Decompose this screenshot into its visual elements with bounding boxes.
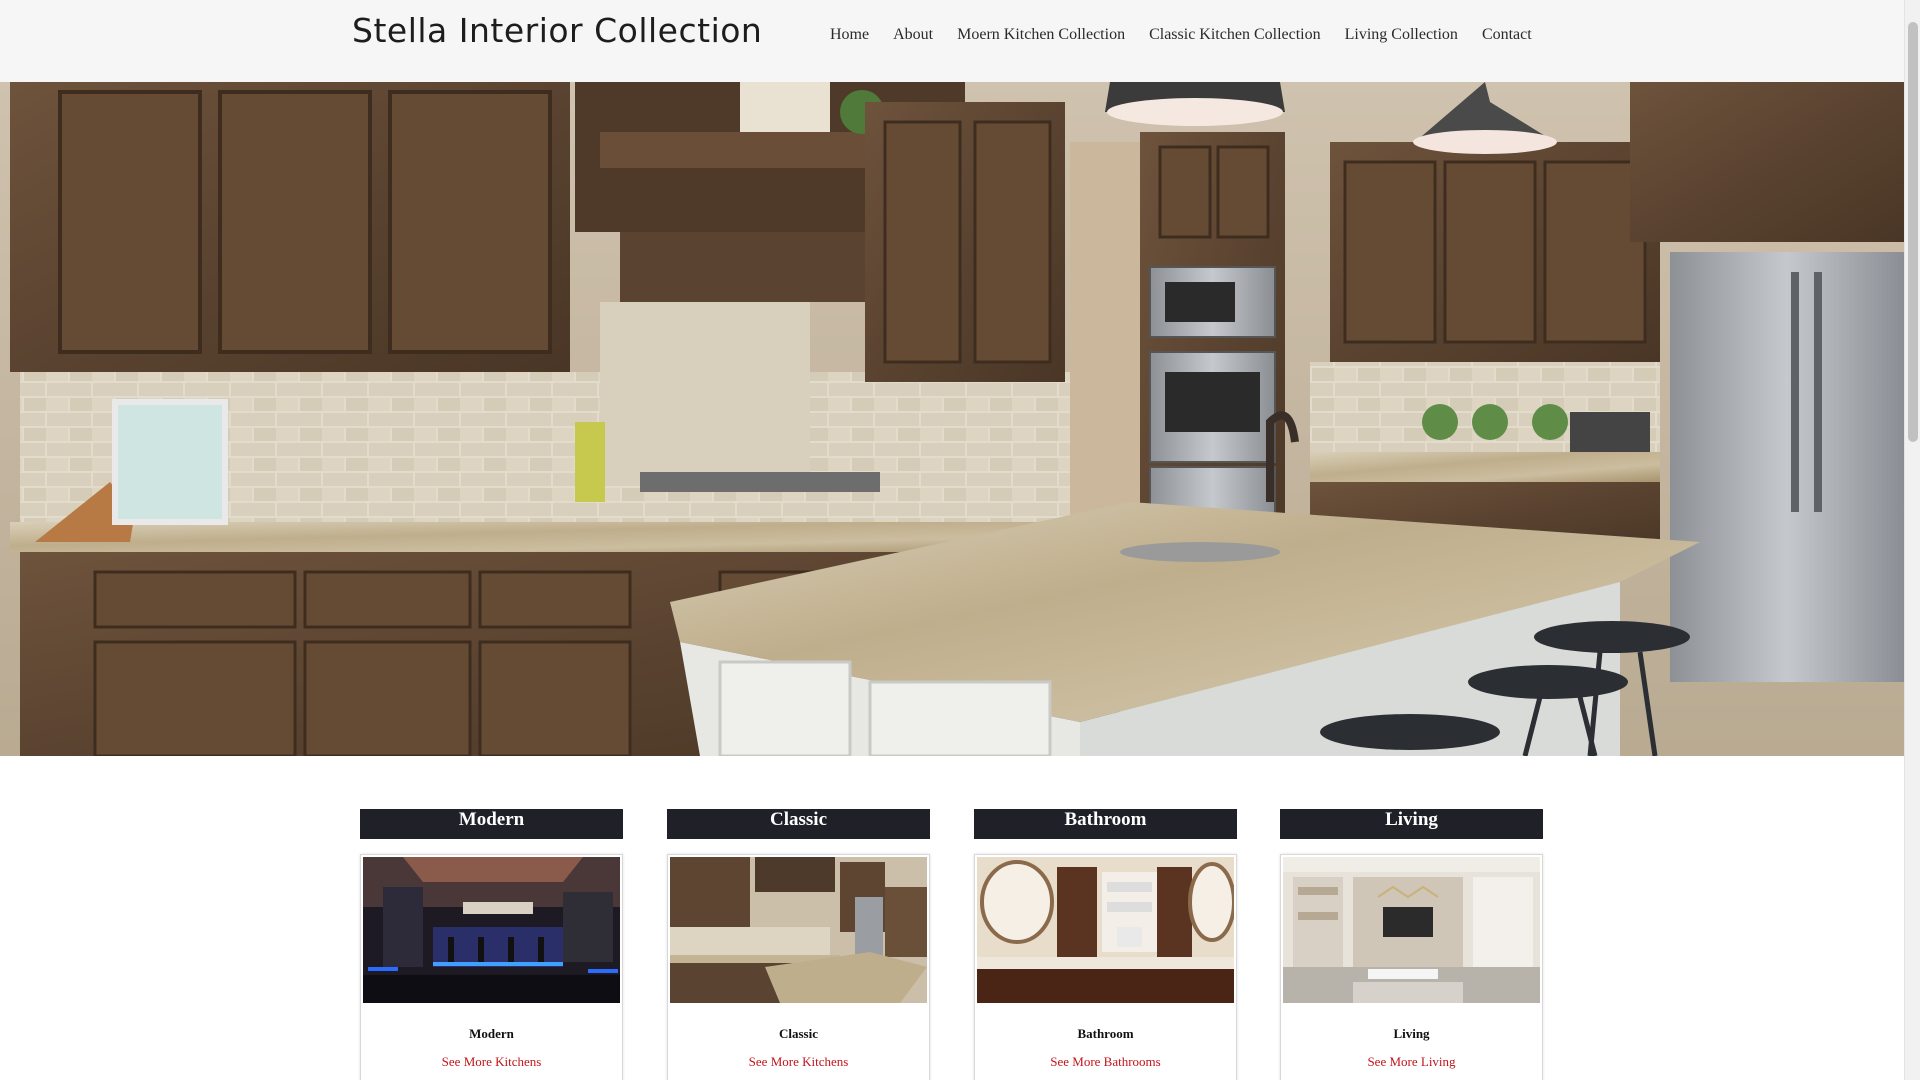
nav-contact[interactable]: Contact bbox=[1482, 26, 1532, 44]
nav-about[interactable]: About bbox=[893, 26, 933, 44]
see-more-link[interactable]: See More Kitchens bbox=[668, 1054, 929, 1070]
card-body: Living See More Living bbox=[1280, 854, 1543, 1080]
site-header: Stella Interior Collection Home About Mo… bbox=[0, 0, 1904, 82]
see-more-link[interactable]: See More Kitchens bbox=[361, 1054, 622, 1070]
card-title: Modern bbox=[360, 809, 623, 839]
main-nav: Home About Moern Kitchen Collection Clas… bbox=[830, 26, 1532, 44]
see-more-link[interactable]: See More Living bbox=[1281, 1054, 1542, 1070]
scrollbar-thumb[interactable] bbox=[1908, 22, 1918, 442]
living-room-image[interactable] bbox=[1283, 857, 1540, 1003]
nav-home[interactable]: Home bbox=[830, 26, 869, 44]
card-body: Classic See More Kitchens bbox=[667, 854, 930, 1080]
modern-kitchen-image[interactable] bbox=[363, 857, 620, 1003]
bathroom-image[interactable] bbox=[977, 857, 1234, 1003]
card-name: Living bbox=[1393, 1026, 1430, 1041]
see-more-link[interactable]: See More Bathrooms bbox=[975, 1054, 1236, 1070]
card-bathroom: Bathroom Bathroom See More Bathrooms bbox=[974, 809, 1237, 1080]
card-name: Modern bbox=[469, 1026, 514, 1041]
nav-modern-kitchen[interactable]: Moern Kitchen Collection bbox=[957, 26, 1125, 44]
collections-section: Modern Modern See More Kitchens Classic … bbox=[0, 756, 1904, 1080]
site-brand[interactable]: Stella Interior Collection bbox=[352, 6, 762, 56]
card-classic: Classic Classic See More Kitchens bbox=[667, 809, 930, 1080]
card-modern: Modern Modern See More Kitchens bbox=[360, 809, 623, 1080]
card-title: Classic bbox=[667, 809, 930, 839]
classic-kitchen-image[interactable] bbox=[670, 857, 927, 1003]
card-body: Modern See More Kitchens bbox=[360, 854, 623, 1080]
card-name: Bathroom bbox=[1077, 1026, 1134, 1041]
nav-living[interactable]: Living Collection bbox=[1345, 26, 1458, 44]
kitchen-hero-illustration bbox=[0, 82, 1904, 756]
nav-classic-kitchen[interactable]: Classic Kitchen Collection bbox=[1149, 26, 1321, 44]
card-name: Classic bbox=[779, 1026, 818, 1041]
card-living: Living Living See More Living bbox=[1280, 809, 1543, 1080]
card-body: Bathroom See More Bathrooms bbox=[974, 854, 1237, 1080]
hero-image bbox=[0, 82, 1904, 756]
page-scrollbar[interactable] bbox=[1904, 0, 1920, 1080]
page: Stella Interior Collection Home About Mo… bbox=[0, 0, 1920, 1080]
card-title: Bathroom bbox=[974, 809, 1237, 839]
card-title: Living bbox=[1280, 809, 1543, 839]
